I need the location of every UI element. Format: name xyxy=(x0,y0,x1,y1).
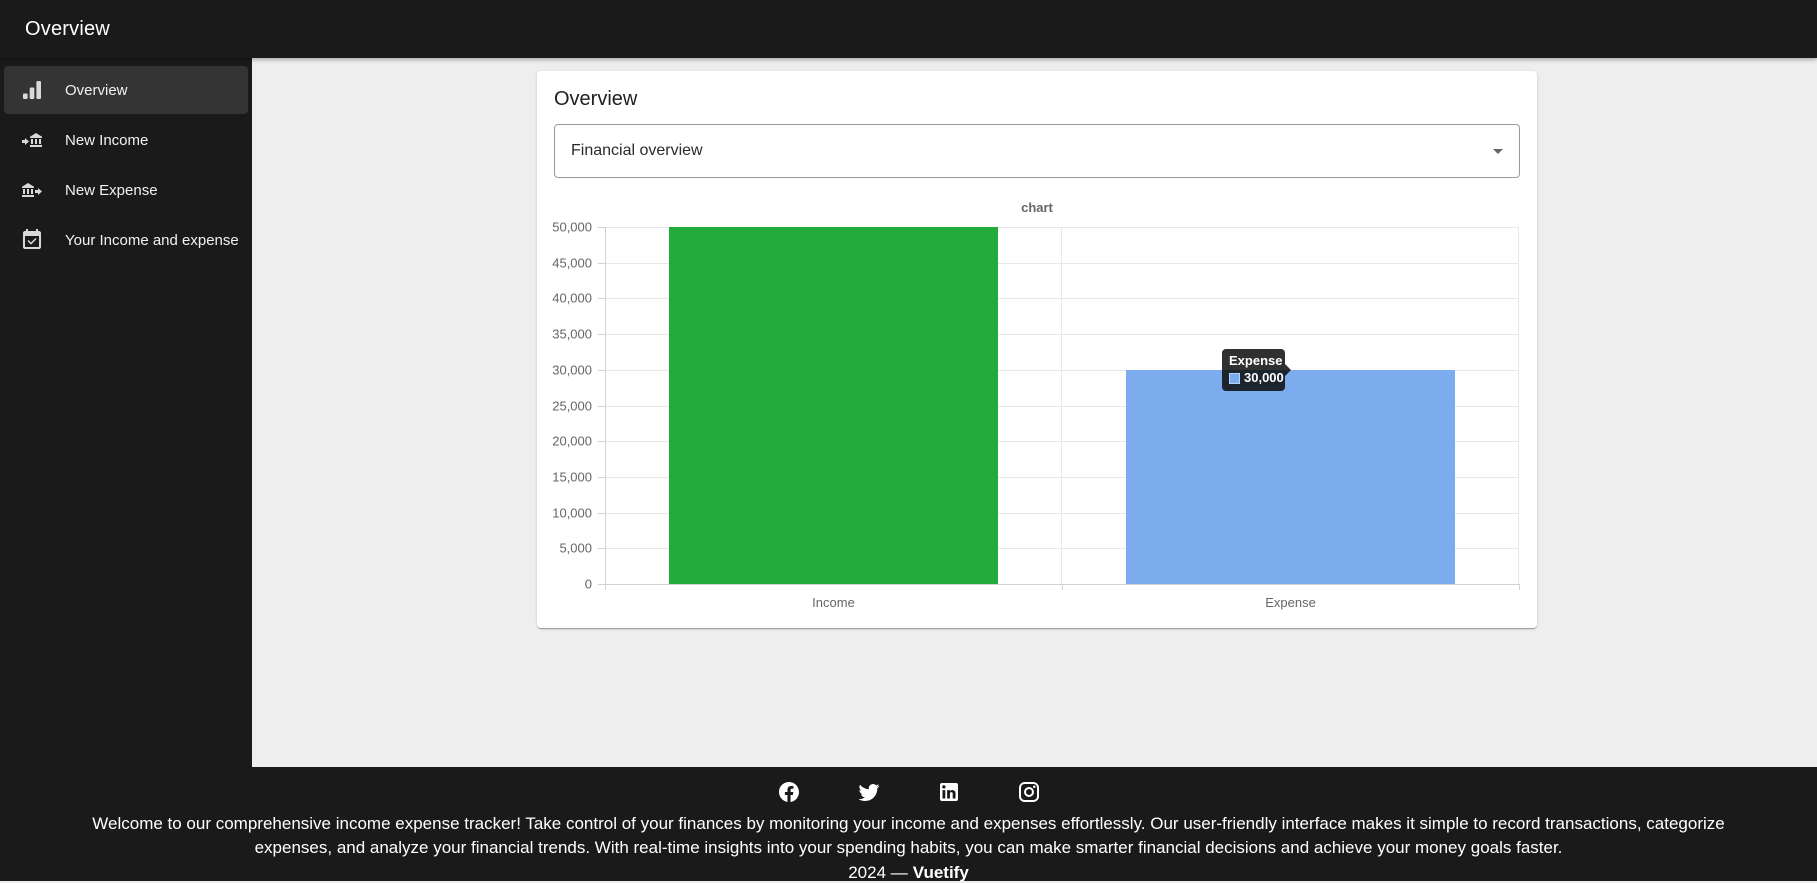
y-axis-line xyxy=(605,227,606,584)
sidebar: Overview New Income New Expense Your Inc… xyxy=(0,58,252,767)
page-title: Overview xyxy=(25,18,110,41)
bank-transfer-out-icon xyxy=(20,178,44,202)
y-axis-label: 25,000 xyxy=(552,398,592,413)
sidebar-item-label: New Expense xyxy=(65,182,158,199)
y-axis-label: 40,000 xyxy=(552,291,592,306)
y-axis-label: 0 xyxy=(585,577,592,592)
menu-down-icon xyxy=(1493,149,1503,154)
brand-name: Vuetify xyxy=(913,863,969,882)
calendar-check-icon xyxy=(20,228,44,252)
twitter-icon xyxy=(857,780,881,804)
main-content: Overview Financial overview chart Expens… xyxy=(252,58,1817,767)
y-axis-label: 35,000 xyxy=(552,327,592,342)
x-axis-tick xyxy=(605,584,606,590)
facebook-button[interactable] xyxy=(777,780,801,804)
y-axis-label: 10,000 xyxy=(552,505,592,520)
y-axis-tick xyxy=(598,548,605,549)
tooltip-color-swatch xyxy=(1229,373,1240,384)
y-axis-label: 45,000 xyxy=(552,255,592,270)
bank-transfer-in-icon xyxy=(20,128,44,152)
chart: chart Expense 30,000 05,00010,00015,0002… xyxy=(554,201,1520,584)
y-axis-tick xyxy=(598,477,605,478)
sidebar-item-new-income[interactable]: New Income xyxy=(4,116,248,164)
y-axis-tick xyxy=(598,334,605,335)
chart-title: chart xyxy=(554,201,1520,215)
bar-chart-icon xyxy=(20,78,44,102)
sidebar-item-overview[interactable]: Overview xyxy=(4,66,248,114)
y-axis-tick xyxy=(598,441,605,442)
gridline-vertical xyxy=(1061,227,1062,584)
chart-plot[interactable]: Expense 30,000 05,00010,00015,00020,0002… xyxy=(605,227,1519,584)
financial-overview-select[interactable]: Financial overview xyxy=(554,124,1520,178)
layout: Overview New Income New Expense Your Inc… xyxy=(0,58,1817,767)
tooltip-title: Expense xyxy=(1229,354,1278,368)
x-axis-tick xyxy=(1519,584,1520,590)
overview-card: Overview Financial overview chart Expens… xyxy=(537,71,1537,628)
instagram-icon xyxy=(1017,780,1041,804)
facebook-icon xyxy=(777,780,801,804)
y-axis-tick xyxy=(598,263,605,264)
linkedin-icon xyxy=(937,780,961,804)
instagram-button[interactable] xyxy=(1017,780,1041,804)
sidebar-item-your-income-and-expense[interactable]: Your Income and expense xyxy=(4,216,248,264)
y-axis-label: 5,000 xyxy=(559,541,592,556)
footer: Welcome to our comprehensive income expe… xyxy=(0,767,1817,881)
sidebar-item-label: New Income xyxy=(65,132,148,149)
footer-copyright: 2024 — Vuetify xyxy=(0,863,1817,883)
y-axis-label: 30,000 xyxy=(552,362,592,377)
sidebar-item-new-expense[interactable]: New Expense xyxy=(4,166,248,214)
tooltip-value: 30,000 xyxy=(1244,371,1284,385)
gridline-vertical xyxy=(1518,227,1519,584)
twitter-button[interactable] xyxy=(857,780,881,804)
y-axis-tick xyxy=(598,584,605,585)
y-axis-tick xyxy=(598,370,605,371)
copyright-year: 2024 — xyxy=(848,863,908,882)
x-axis-tick xyxy=(1062,584,1063,590)
x-axis-label: Expense xyxy=(1265,595,1316,610)
card-title: Overview xyxy=(554,87,1520,111)
y-axis-tick xyxy=(598,406,605,407)
chart-tooltip: Expense 30,000 xyxy=(1222,349,1285,391)
tooltip-caret xyxy=(1285,364,1291,376)
bar-income[interactable] xyxy=(669,227,998,584)
app-bar: Overview xyxy=(0,0,1817,58)
sidebar-item-label: Your Income and expense xyxy=(65,232,239,249)
y-axis-tick xyxy=(598,513,605,514)
social-links xyxy=(0,780,1817,804)
y-axis-label: 20,000 xyxy=(552,434,592,449)
y-axis-tick xyxy=(598,227,605,228)
linkedin-button[interactable] xyxy=(937,780,961,804)
bar-expense[interactable] xyxy=(1126,370,1455,584)
sidebar-item-label: Overview xyxy=(65,82,128,99)
y-axis-label: 50,000 xyxy=(552,220,592,235)
x-axis-label: Income xyxy=(812,595,855,610)
select-value: Financial overview xyxy=(571,142,703,160)
y-axis-tick xyxy=(598,298,605,299)
y-axis-label: 15,000 xyxy=(552,469,592,484)
footer-tagline: Welcome to our comprehensive income expe… xyxy=(59,812,1759,860)
